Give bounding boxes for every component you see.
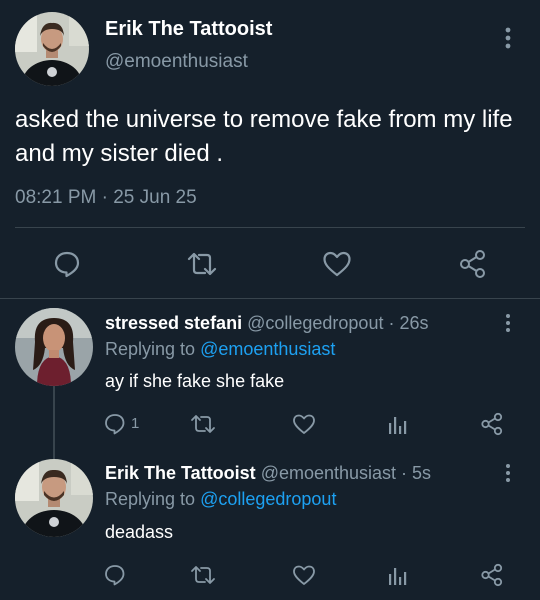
separator: · [101, 187, 108, 208]
more-icon[interactable] [504, 313, 512, 333]
more-icon[interactable] [504, 463, 512, 483]
section-divider [0, 298, 540, 299]
avatar[interactable] [15, 12, 89, 86]
avatar[interactable] [15, 459, 93, 537]
like-icon[interactable] [292, 564, 316, 586]
tweet-date: 25 Jun 25 [113, 187, 197, 208]
like-icon[interactable] [322, 250, 352, 278]
reply-count: 1 [131, 415, 140, 432]
tweet-time: 08:21 PM [15, 187, 97, 208]
reply-text: deadass [105, 522, 174, 542]
reply-meta[interactable]: @emoenthusiast · 5s [261, 463, 431, 483]
display-name[interactable]: stressed stefani [105, 313, 242, 333]
reply-meta[interactable]: @collegedropout · 26s [247, 313, 428, 333]
handle[interactable]: @emoenthusiast [105, 51, 248, 73]
share-icon[interactable] [458, 249, 488, 279]
more-icon[interactable] [503, 26, 513, 50]
analytics-icon[interactable] [388, 564, 408, 586]
replying-to: Replying to @collegedropout [105, 489, 336, 510]
replying-prefix: Replying to [105, 489, 196, 509]
retweet-icon[interactable] [190, 413, 216, 435]
divider [15, 227, 525, 228]
tweet-text: asked the universe to remove fake from m… [15, 106, 513, 167]
like-icon[interactable] [292, 413, 316, 435]
reply-icon[interactable] [104, 564, 126, 586]
display-name[interactable]: Erik The Tattooist [105, 18, 272, 41]
replying-prefix: Replying to [105, 339, 196, 359]
reply-icon[interactable] [104, 413, 126, 435]
reply-text: ay if she fake she fake [105, 371, 285, 391]
avatar[interactable] [15, 308, 93, 386]
timestamp: 08:21 PM · 25 Jun 25 [15, 187, 197, 209]
replying-to: Replying to @emoenthusiast [105, 339, 335, 360]
retweet-icon[interactable] [190, 564, 216, 586]
display-name[interactable]: Erik The Tattooist [105, 463, 256, 483]
replying-to-link[interactable]: @emoenthusiast [200, 339, 335, 359]
thread-connector [53, 386, 55, 459]
reply-header: Erik The Tattooist @emoenthusiast · 5s [105, 463, 431, 484]
reply-header: stressed stefani @collegedropout · 26s [105, 313, 428, 334]
analytics-icon[interactable] [388, 413, 408, 435]
retweet-icon[interactable] [186, 250, 218, 278]
replying-to-link[interactable]: @collegedropout [200, 489, 336, 509]
share-icon[interactable] [480, 412, 504, 436]
reply-icon[interactable] [53, 250, 81, 278]
share-icon[interactable] [480, 563, 504, 587]
